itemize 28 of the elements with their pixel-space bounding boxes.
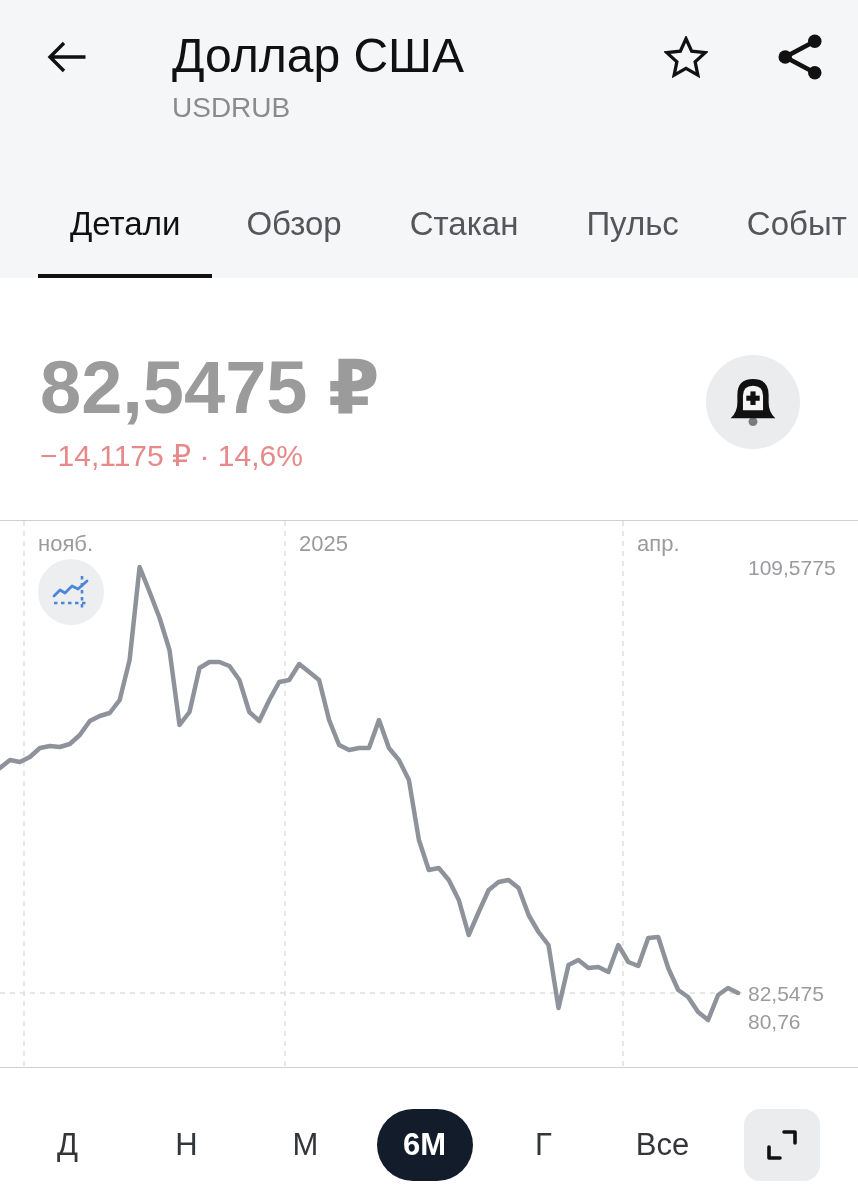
instrument-title: Доллар США: [172, 28, 465, 84]
share-button[interactable]: [776, 33, 824, 81]
line-chart-icon: [52, 575, 90, 609]
period-button[interactable]: М: [257, 1109, 354, 1181]
date-label: нояб.: [38, 531, 93, 556]
price-value: 82,5475 ₽: [40, 348, 380, 428]
date-label: 2025: [299, 531, 348, 556]
period-button[interactable]: Г: [495, 1109, 592, 1181]
fullscreen-button[interactable]: [743, 1109, 820, 1181]
price-level-label: 109,5775: [748, 556, 836, 579]
period-button[interactable]: 6М: [376, 1109, 473, 1181]
price-level-label: 82,5475: [748, 982, 824, 1005]
period-button[interactable]: Д: [19, 1109, 116, 1181]
tab[interactable]: Пульс: [552, 180, 713, 278]
date-label: апр.: [637, 531, 680, 556]
tab[interactable]: Стакан: [375, 180, 553, 278]
expand-icon: [766, 1130, 797, 1160]
period-button[interactable]: Н: [138, 1109, 235, 1181]
bell-plus-icon: [729, 378, 777, 426]
arrow-left-icon: [47, 40, 87, 74]
price-level-label: 80,76: [748, 1010, 801, 1033]
share-icon: [777, 34, 823, 80]
tab[interactable]: Обзор: [212, 180, 376, 278]
ticker-label: USDRUB: [172, 92, 291, 124]
period-button[interactable]: Все: [614, 1109, 711, 1181]
price-change: −14,1175 ₽ · 14,6%: [40, 438, 303, 474]
tab[interactable]: Событ: [712, 180, 847, 278]
tab[interactable]: Детали: [38, 180, 213, 278]
